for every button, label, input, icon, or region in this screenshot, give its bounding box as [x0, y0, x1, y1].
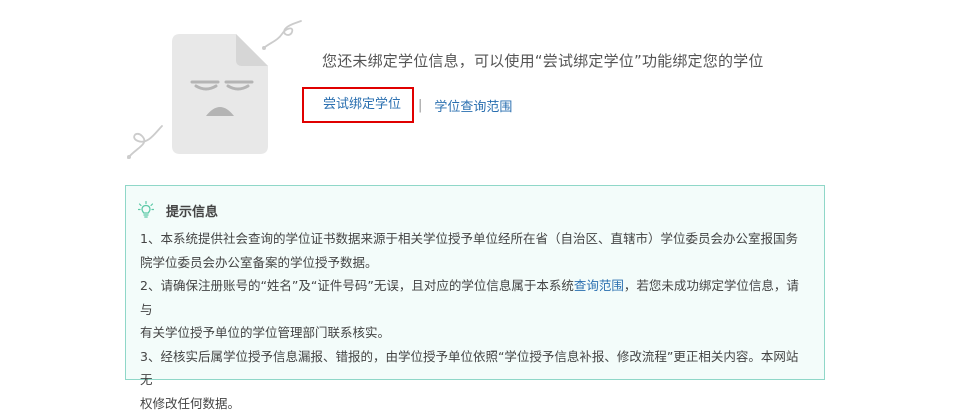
- query-scope-inline-link[interactable]: 查询范围: [574, 278, 624, 293]
- tip-item-2-text-before: 2、请确保注册账号的“姓名”及“证件号码”无误，且对应的学位信息属于本系统: [140, 278, 574, 293]
- tip-item-3-line-1: 3、经核实后属学位授予信息漏报、错报的，由学位授予单位依照“学位授予信息补报、修…: [136, 345, 814, 392]
- link-separator: |: [418, 98, 422, 113]
- action-links: 尝试绑定学位 | 学位查询范围: [302, 87, 512, 123]
- sad-document-icon: [120, 20, 305, 170]
- tip-item-1-line-2: 院学位委员会办公室备案的学位授予数据。: [136, 251, 814, 275]
- tips-title: 提示信息: [166, 201, 218, 220]
- tips-panel: 提示信息 1、本系统提供社会查询的学位证书数据来源于相关学位授予单位经所在省（自…: [125, 185, 825, 380]
- try-bind-degree-link[interactable]: 尝试绑定学位: [302, 87, 414, 123]
- tip-item-1-line-1: 1、本系统提供社会查询的学位证书数据来源于相关学位授予单位经所在省（自治区、直辖…: [136, 227, 814, 251]
- tips-header: 提示信息: [136, 200, 814, 220]
- empty-state-message: 您还未绑定学位信息，可以使用“尝试绑定学位”功能绑定您的学位: [322, 50, 764, 71]
- lightbulb-icon: [138, 201, 154, 219]
- tip-item-2-line-1: 2、请确保注册账号的“姓名”及“证件号码”无误，且对应的学位信息属于本系统查询范…: [136, 274, 814, 321]
- tip-item-2-line-2: 有关学位授予单位的学位管理部门联系核实。: [136, 321, 814, 345]
- tip-item-3-line-2: 权修改任何数据。: [136, 392, 814, 415]
- degree-query-scope-link[interactable]: 学位查询范围: [434, 96, 512, 115]
